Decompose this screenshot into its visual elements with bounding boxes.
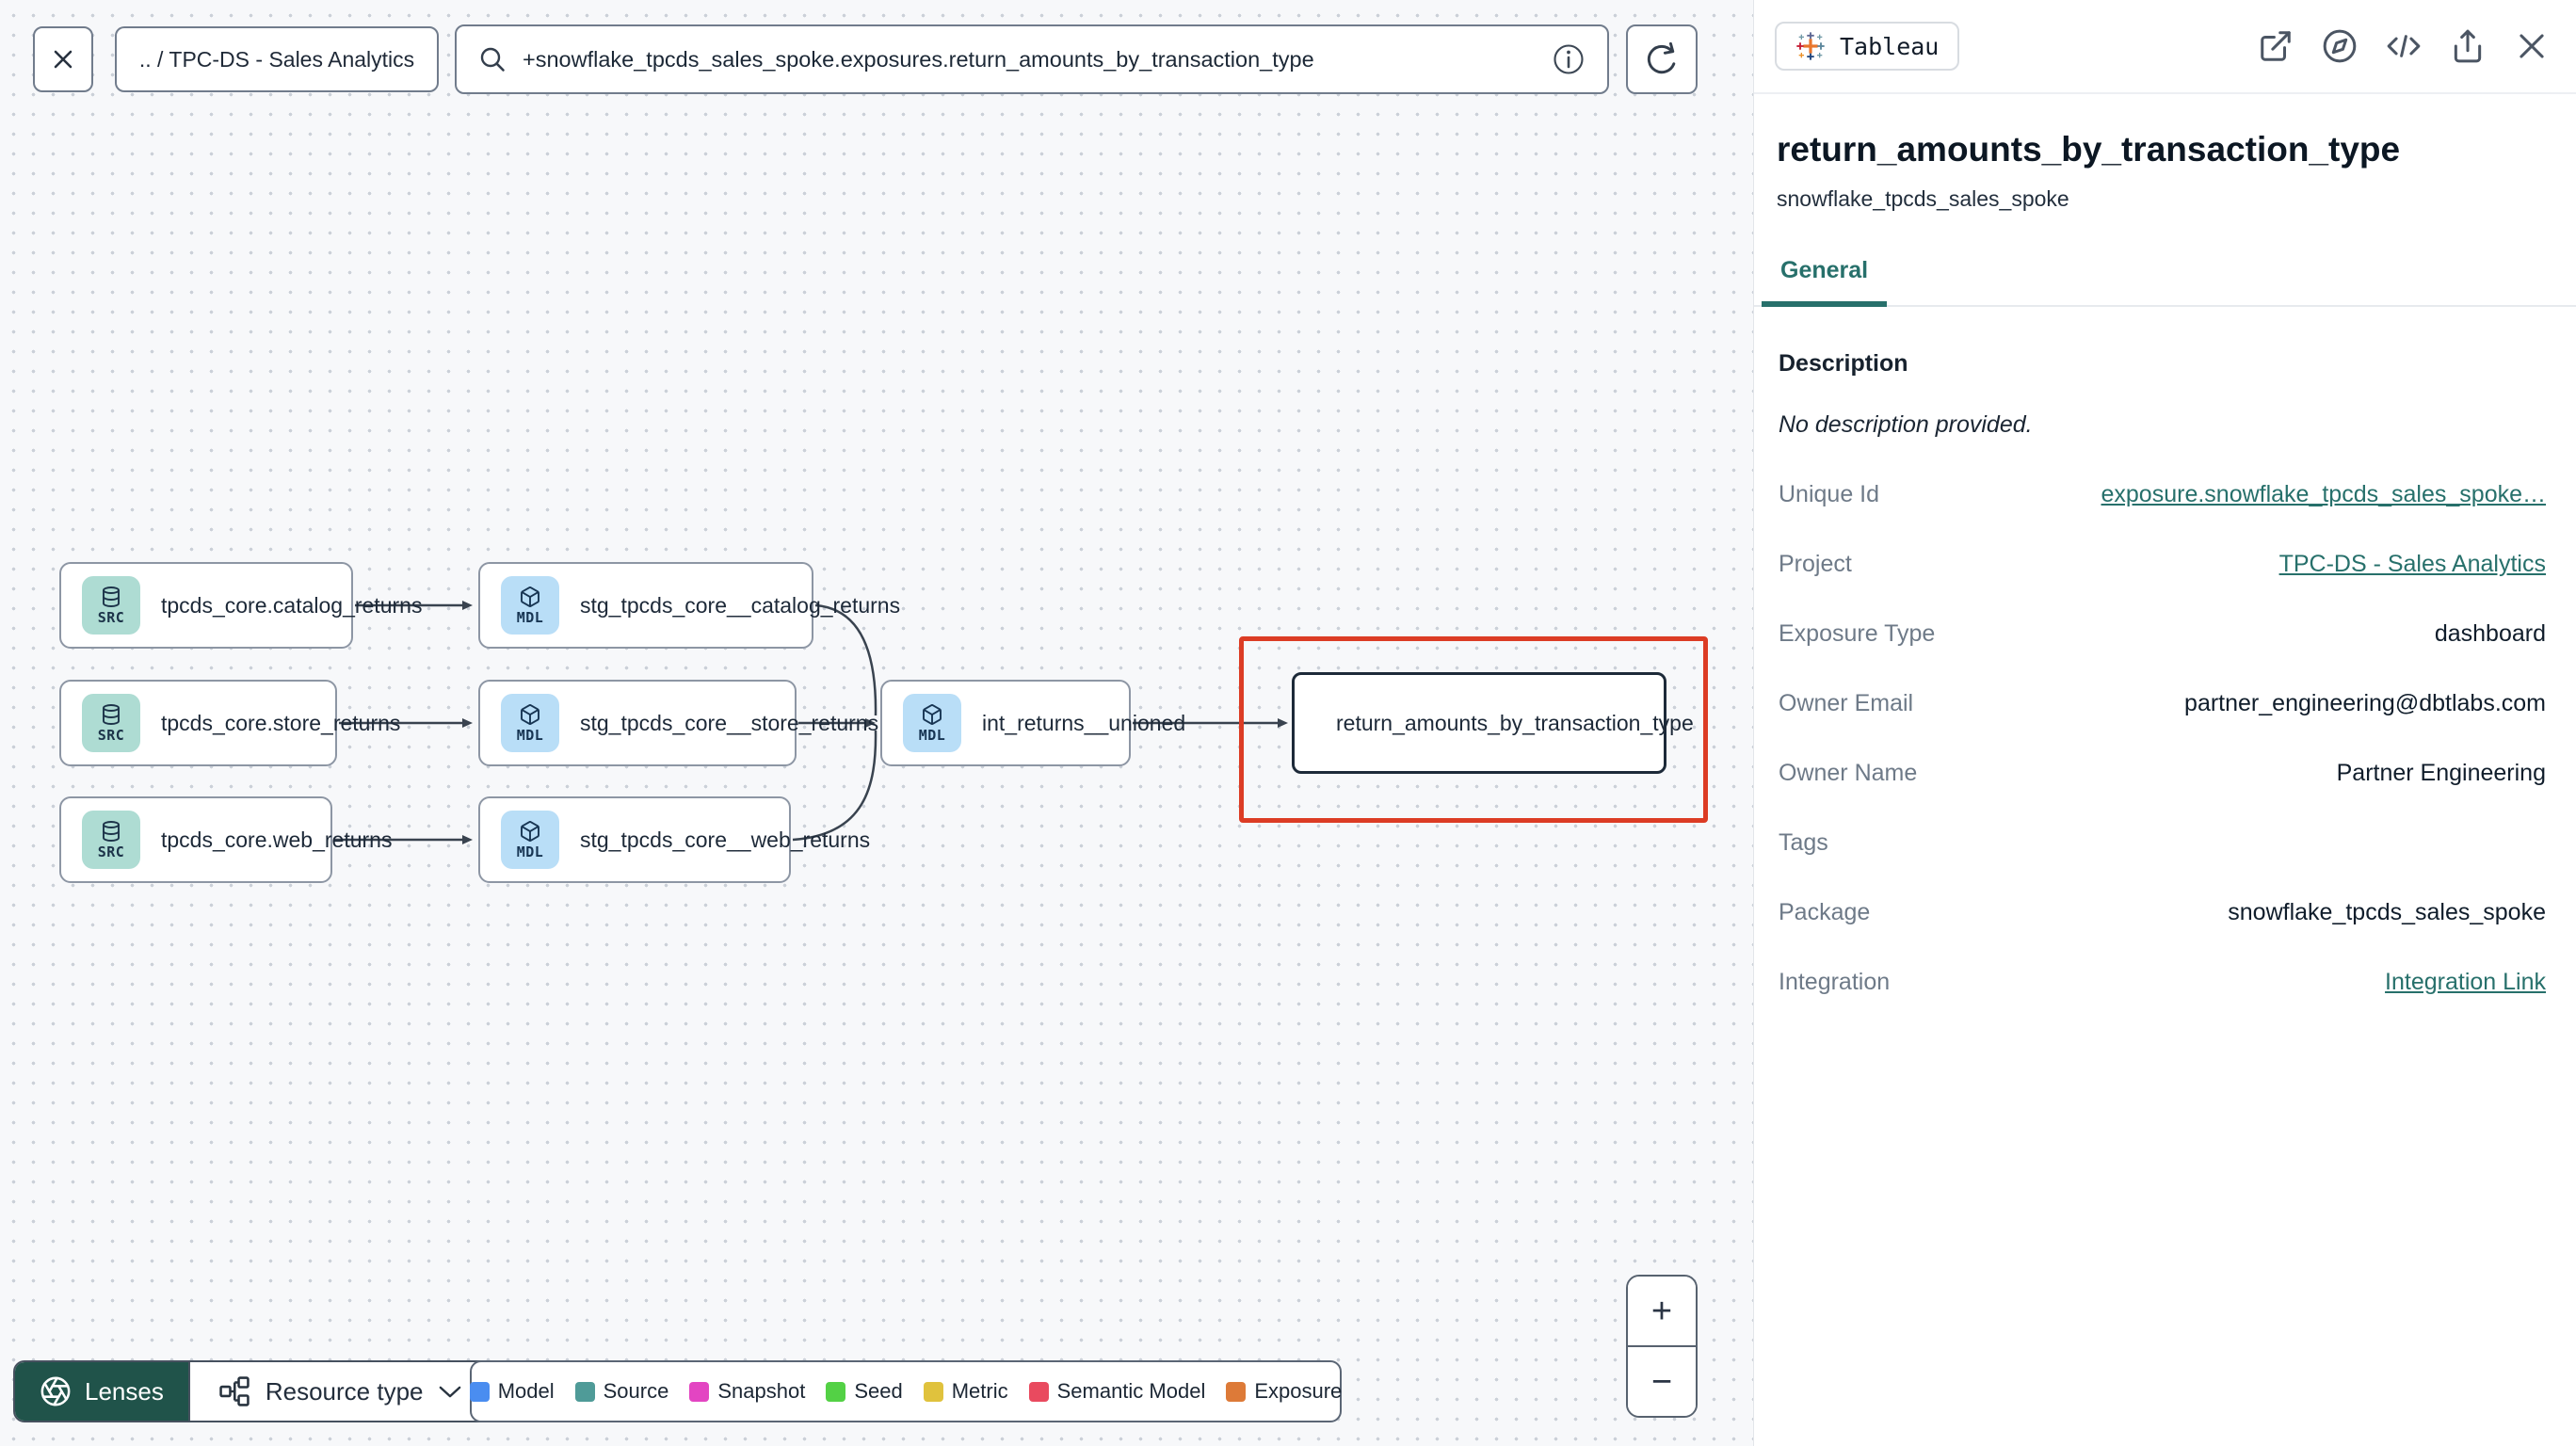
lineage-search[interactable] — [455, 24, 1609, 94]
cube-icon — [521, 703, 539, 725]
resource-type-dropdown[interactable]: Resource type — [187, 1362, 490, 1421]
external-link-icon — [2261, 31, 2291, 61]
seed-color-swatch — [826, 1381, 846, 1402]
cube-icon — [923, 703, 942, 725]
exposure-type-value: dashboard — [2434, 620, 2546, 647]
detail-row-package: Package snowflake_tpcds_sales_spoke — [1779, 899, 2546, 925]
unique-id-link[interactable]: exposure.snowflake_tpcds_sales_spoke… — [2101, 481, 2547, 508]
source-badge: SRC — [82, 694, 140, 752]
view-code-button[interactable] — [2386, 28, 2422, 64]
detail-row-owner-name: Owner Name Partner Engineering — [1779, 760, 2546, 786]
integration-link[interactable]: Integration Link — [2385, 969, 2546, 996]
project-link[interactable]: TPC-DS - Sales Analytics — [2279, 551, 2546, 578]
legend-item-source: Source — [574, 1379, 668, 1404]
close-graph-button[interactable] — [33, 26, 93, 92]
explore-lineage-button[interactable] — [2322, 28, 2358, 64]
snapshot-color-swatch — [689, 1381, 710, 1402]
zoom-out-button[interactable]: − — [1628, 1347, 1696, 1416]
detail-row-tags: Tags — [1779, 829, 1828, 856]
detail-row-integration: Integration Integration Link — [1779, 969, 2546, 996]
metric-color-swatch — [923, 1381, 943, 1402]
refresh-icon — [1647, 41, 1676, 74]
detail-row-exposure-type: Exposure Type dashboard — [1779, 620, 2546, 647]
close-panel-button[interactable] — [2514, 28, 2550, 64]
zoom-controls: + − — [1626, 1275, 1698, 1418]
lenses-label: Lenses — [85, 1376, 164, 1406]
lenses-toolbar: Lenses Resource type — [13, 1360, 491, 1422]
description-text: No description provided. — [1779, 411, 2033, 438]
model-badge: MDL — [501, 811, 559, 869]
legend-item-model: Model — [469, 1379, 555, 1404]
cube-icon — [521, 586, 539, 607]
lineage-node-tpcds-core-web-returns[interactable]: SRC tpcds_core.web_returns — [59, 796, 392, 883]
panel-body: Description No description provided. Uni… — [1754, 307, 2576, 996]
detail-row-unique-id: Unique Id exposure.snowflake_tpcds_sales… — [1779, 481, 2547, 508]
lineage-node-exposure-return-amounts[interactable]: return_amounts_by_transaction_type — [1292, 672, 1694, 774]
database-icon — [103, 703, 120, 725]
legend-item-metric: Metric — [923, 1379, 1008, 1404]
owner-email-value: partner_engineering@dbtlabs.com — [2184, 690, 2546, 716]
database-icon — [103, 586, 120, 607]
lineage-canvas[interactable]: .. / TPC-DS - Sales Analytics +snowflake… — [0, 0, 1753, 1446]
source-color-swatch — [574, 1381, 595, 1402]
search-icon — [480, 47, 505, 72]
model-badge: MDL — [903, 694, 961, 752]
model-badge: MDL — [501, 576, 559, 635]
legend-item-exposure: Exposure — [1226, 1379, 1342, 1404]
info-icon[interactable] — [1551, 41, 1586, 77]
chevron-down-icon — [439, 1386, 460, 1397]
package-subtitle: snowflake_tpcds_sales_spoke — [1777, 186, 2069, 211]
panel-actions — [2258, 28, 2550, 64]
lineage-node-stg-store-returns[interactable]: MDL stg_tpcds_core__store_returns — [478, 680, 878, 766]
tableau-logo-icon — [1796, 32, 1825, 60]
integration-badge-label: Tableau — [1840, 32, 1940, 60]
lineage-node-int-returns-unioned[interactable]: MDL int_returns__unioned — [880, 680, 1185, 766]
model-badge: MDL — [501, 694, 559, 752]
code-icon — [2387, 35, 2421, 57]
legend-item-snapshot: Snapshot — [689, 1379, 805, 1404]
legend-item-semantic-model: Semantic Model — [1028, 1379, 1205, 1404]
resource-hierarchy-icon — [219, 1376, 250, 1406]
exposure-details-panel: Tableau return_amounts_by_transaction_ty… — [1753, 0, 2576, 1446]
cube-icon — [521, 820, 539, 842]
exposure-color-swatch — [1226, 1381, 1247, 1402]
detail-row-owner-email: Owner Email partner_engineering@dbtlabs.… — [1779, 690, 2546, 716]
tableau-integration-badge[interactable]: Tableau — [1775, 22, 1960, 71]
share-button[interactable] — [2450, 28, 2486, 64]
aperture-icon — [40, 1376, 71, 1406]
search-input[interactable] — [523, 46, 1536, 72]
open-external-button[interactable] — [2258, 28, 2294, 64]
close-icon — [2520, 34, 2544, 58]
resource-type-legend: Model Source Snapshot Seed Metric Semant… — [469, 1360, 1342, 1422]
lineage-node-tpcds-core-catalog-returns[interactable]: SRC tpcds_core.catalog_returns — [59, 562, 422, 649]
lineage-node-tpcds-core-store-returns[interactable]: SRC tpcds_core.store_returns — [59, 680, 400, 766]
panel-tabs: General — [1754, 257, 2576, 307]
detail-row-project: Project TPC-DS - Sales Analytics — [1779, 551, 2546, 578]
dbt-explorer-lineage-view: .. / TPC-DS - Sales Analytics +snowflake… — [0, 0, 2576, 1446]
source-badge: SRC — [82, 811, 140, 869]
resource-type-label: Resource type — [265, 1376, 424, 1406]
lineage-node-stg-web-returns[interactable]: MDL stg_tpcds_core__web_returns — [478, 796, 870, 883]
breadcrumb-label: .. / TPC-DS - Sales Analytics — [138, 46, 415, 72]
zoom-in-button[interactable]: + — [1628, 1277, 1696, 1347]
semantic-model-color-swatch — [1028, 1381, 1049, 1402]
refresh-graph-button[interactable] — [1626, 24, 1698, 94]
page-title: return_amounts_by_transaction_type — [1777, 130, 2401, 169]
lineage-node-stg-catalog-returns[interactable]: MDL stg_tpcds_core__catalog_returns — [478, 562, 900, 649]
close-icon — [54, 50, 72, 69]
legend-item-seed: Seed — [826, 1379, 903, 1404]
share-icon — [2454, 29, 2482, 63]
lenses-button[interactable]: Lenses — [15, 1362, 188, 1421]
compass-icon — [2323, 29, 2357, 63]
panel-header: Tableau — [1754, 0, 2576, 94]
description-heading: Description — [1779, 350, 1908, 377]
tab-general[interactable]: General — [1762, 257, 1888, 307]
source-badge: SRC — [82, 576, 140, 635]
database-icon — [103, 820, 120, 842]
package-value: snowflake_tpcds_sales_spoke — [2228, 899, 2546, 925]
owner-name-value: Partner Engineering — [2336, 760, 2546, 786]
breadcrumb[interactable]: .. / TPC-DS - Sales Analytics — [115, 26, 439, 92]
model-color-swatch — [469, 1381, 490, 1402]
